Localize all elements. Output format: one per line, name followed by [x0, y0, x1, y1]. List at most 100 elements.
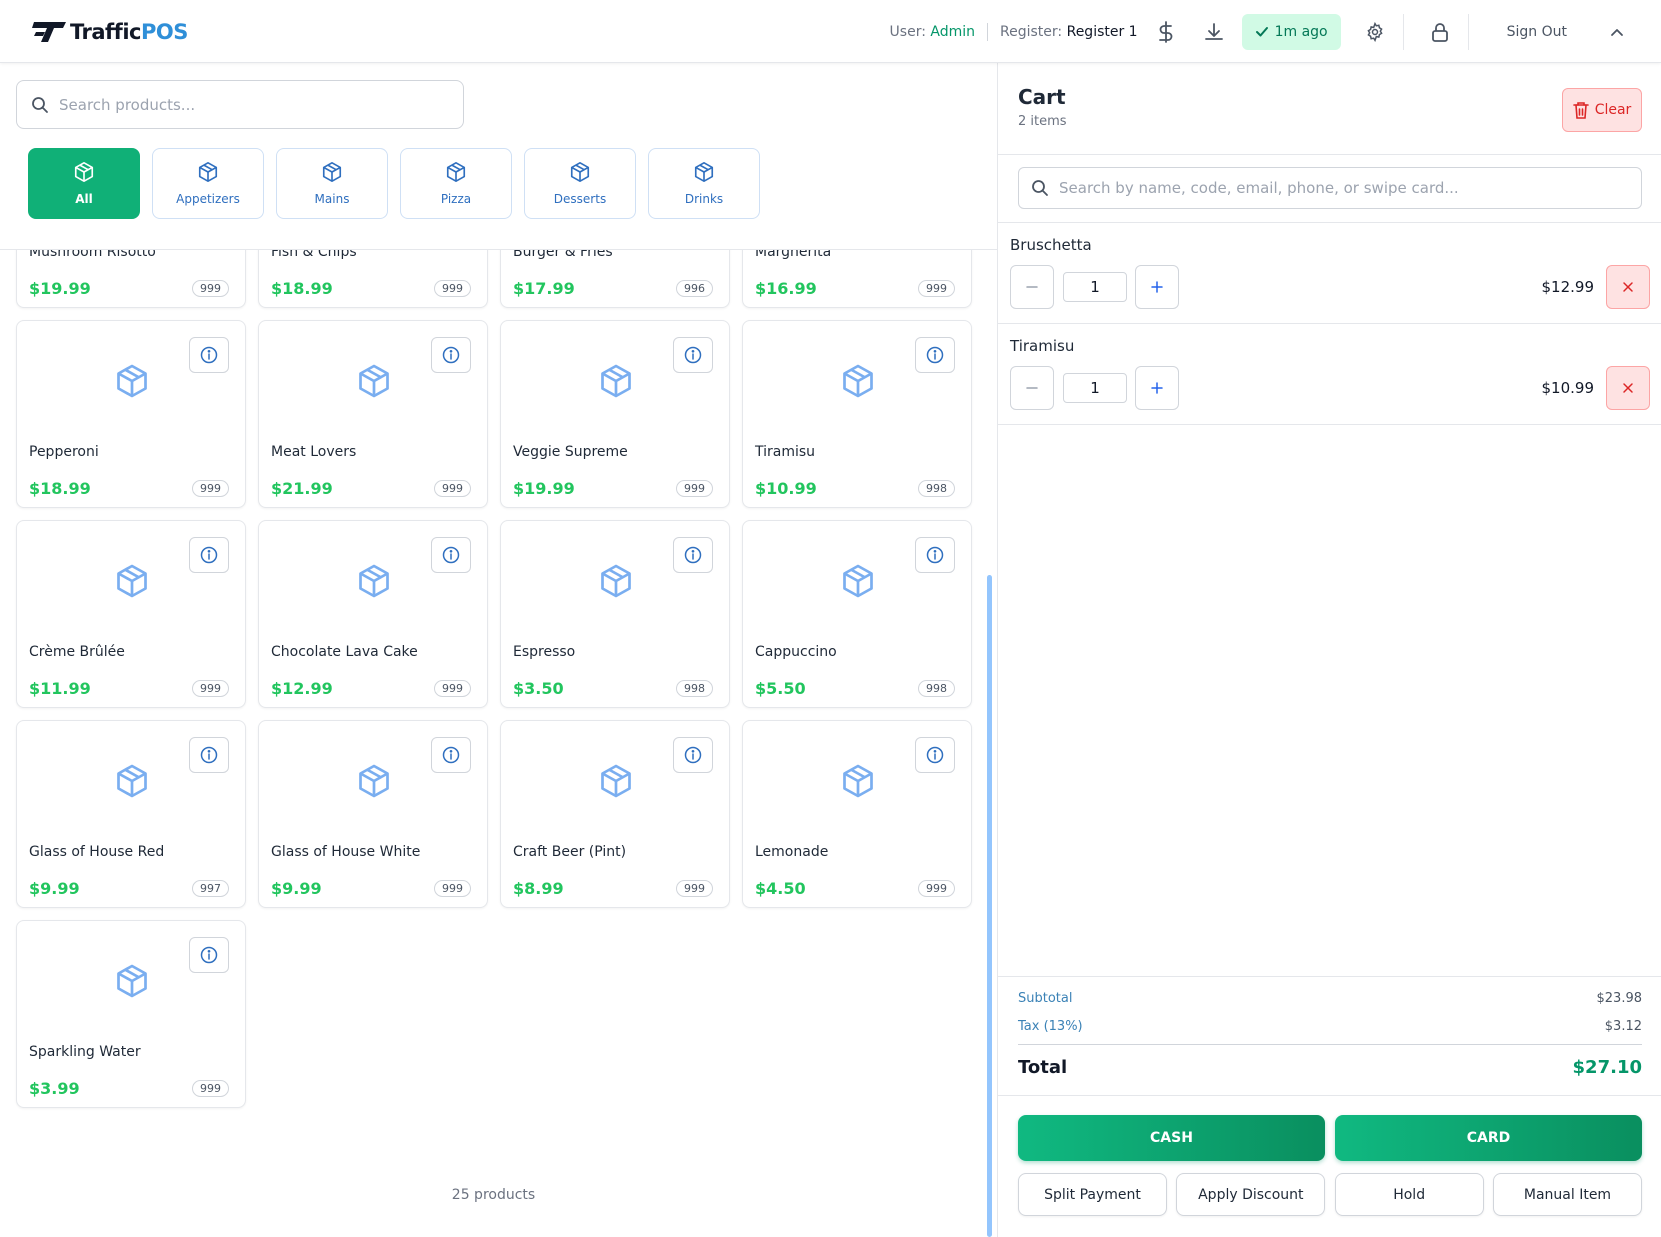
quantity-input[interactable]: [1063, 373, 1127, 403]
product-card[interactable]: Tiramisu $10.99 998: [742, 320, 972, 508]
category-label: Desserts: [553, 192, 607, 206]
product-info-button[interactable]: [189, 337, 229, 373]
product-card[interactable]: Crème Brûlée $11.99 999: [16, 520, 246, 708]
quantity-input[interactable]: [1063, 272, 1127, 302]
product-card[interactable]: Chocolate Lava Cake $12.99 999: [258, 520, 488, 708]
decrease-qty-button[interactable]: [1010, 265, 1054, 309]
category-label: Mains: [314, 192, 350, 206]
customer-search-input[interactable]: [1059, 179, 1639, 197]
increase-qty-button[interactable]: [1135, 265, 1179, 309]
sync-status-badge[interactable]: 1m ago: [1241, 13, 1341, 50]
close-icon: [1623, 282, 1633, 292]
product-info-button[interactable]: [189, 737, 229, 773]
category-tab-all[interactable]: All: [28, 148, 140, 219]
category-tab-pizza[interactable]: Pizza: [400, 148, 512, 219]
product-name: Cappuccino: [755, 644, 837, 660]
product-card[interactable]: Meat Lovers $21.99 999: [258, 320, 488, 508]
info-icon: [442, 546, 460, 564]
hold-button[interactable]: Hold: [1334, 1173, 1484, 1216]
split-payment-button[interactable]: Split Payment: [1018, 1173, 1167, 1216]
remove-item-button[interactable]: [1606, 265, 1650, 309]
product-placeholder-icon: [598, 363, 634, 403]
decrease-qty-button[interactable]: [1010, 366, 1054, 410]
product-card[interactable]: Craft Beer (Pint) $8.99 999: [500, 720, 730, 908]
product-card[interactable]: Sparkling Water $3.99 999: [16, 920, 246, 1108]
stock-badge: 997: [192, 880, 229, 897]
category-tab-desserts[interactable]: Desserts: [524, 148, 636, 219]
lock-register-button[interactable]: [1420, 12, 1460, 52]
remove-item-button[interactable]: [1606, 366, 1650, 410]
product-price: $19.99: [29, 279, 91, 298]
product-card[interactable]: Lemonade $4.50 999: [742, 720, 972, 908]
divider: [1402, 13, 1404, 50]
product-info-button[interactable]: [673, 337, 713, 373]
category-label: All: [75, 192, 93, 206]
sign-out-button[interactable]: Sign Out: [1507, 24, 1567, 40]
apply-discount-button[interactable]: Apply Discount: [1176, 1173, 1326, 1216]
category-label: Pizza: [440, 192, 472, 206]
product-name: Glass of House White: [271, 844, 421, 860]
product-info-button[interactable]: [915, 337, 955, 373]
product-card[interactable]: Fish & Chips $18.99 999: [258, 250, 488, 308]
product-info-button[interactable]: [673, 537, 713, 573]
product-card[interactable]: Glass of House Red $9.99 997: [16, 720, 246, 908]
dollar-icon: [1158, 20, 1172, 43]
product-price: $17.99: [513, 279, 575, 298]
product-info-button[interactable]: [673, 737, 713, 773]
product-name: Chocolate Lava Cake: [271, 644, 418, 660]
category-tab-drinks[interactable]: Drinks: [648, 148, 760, 219]
product-card[interactable]: Cappuccino $5.50 998: [742, 520, 972, 708]
cube-icon: [117, 964, 147, 998]
product-placeholder-icon: [840, 563, 876, 603]
product-info-button[interactable]: [189, 537, 229, 573]
settings-button[interactable]: [1355, 12, 1395, 52]
product-info-button[interactable]: [431, 337, 471, 373]
product-card[interactable]: Mushroom Risotto $19.99 999: [16, 250, 246, 308]
customer-search-box[interactable]: [1018, 167, 1642, 209]
product-card[interactable]: Veggie Supreme $19.99 999: [500, 320, 730, 508]
clear-cart-button[interactable]: Clear: [1562, 88, 1642, 132]
product-info-button[interactable]: [431, 537, 471, 573]
product-card[interactable]: Margherita $16.99 999: [742, 250, 972, 308]
collapse-header-button[interactable]: [1597, 12, 1637, 52]
check-icon: [1255, 26, 1268, 36]
manual-item-button[interactable]: Manual Item: [1492, 1173, 1642, 1216]
product-name: Espresso: [513, 644, 576, 660]
cube-icon: [359, 564, 389, 598]
lock-icon: [1431, 22, 1448, 42]
cart-totals: Subtotal $23.98 Tax (13%) $3.12 Total $2…: [998, 976, 1661, 1096]
product-price: $5.50: [755, 679, 806, 698]
product-info-button[interactable]: [915, 537, 955, 573]
info-icon: [200, 746, 218, 764]
increase-qty-button[interactable]: [1135, 366, 1179, 410]
stock-badge: 999: [434, 280, 471, 297]
product-info-button[interactable]: [915, 737, 955, 773]
product-card[interactable]: Glass of House White $9.99 999: [258, 720, 488, 908]
cash-drawer-button[interactable]: [1146, 12, 1186, 52]
product-name: Craft Beer (Pint): [513, 844, 627, 860]
product-price: $19.99: [513, 479, 575, 498]
product-placeholder-icon: [356, 563, 392, 603]
category-tab-mains[interactable]: Mains: [276, 148, 388, 219]
top-header: TrafficPOS User: Admin Register: Registe…: [0, 0, 1661, 63]
product-info-button[interactable]: [189, 937, 229, 973]
product-info-button[interactable]: [431, 737, 471, 773]
product-scrollbar[interactable]: [987, 575, 992, 1237]
category-tab-appetizers[interactable]: Appetizers: [152, 148, 264, 219]
product-card[interactable]: Pepperoni $18.99 999: [16, 320, 246, 508]
category-label: Drinks: [684, 192, 724, 206]
stock-badge: 999: [918, 880, 955, 897]
subtotal-row: Subtotal $23.98: [1018, 991, 1642, 1006]
cart-item-name: Tiramisu: [1010, 337, 1075, 355]
product-search-box[interactable]: [16, 80, 464, 129]
product-card[interactable]: Espresso $3.50 998: [500, 520, 730, 708]
product-card[interactable]: Burger & Fries $17.99 996: [500, 250, 730, 308]
product-name: Fish & Chips: [271, 250, 357, 260]
card-button[interactable]: CARD: [1335, 1115, 1642, 1161]
info-icon: [926, 746, 944, 764]
cash-button[interactable]: CASH: [1018, 1115, 1325, 1161]
tax-row: Tax (13%) $3.12: [1018, 1019, 1642, 1034]
product-placeholder-icon: [114, 963, 150, 1003]
download-button[interactable]: [1194, 12, 1234, 52]
product-search-input[interactable]: [59, 95, 439, 114]
